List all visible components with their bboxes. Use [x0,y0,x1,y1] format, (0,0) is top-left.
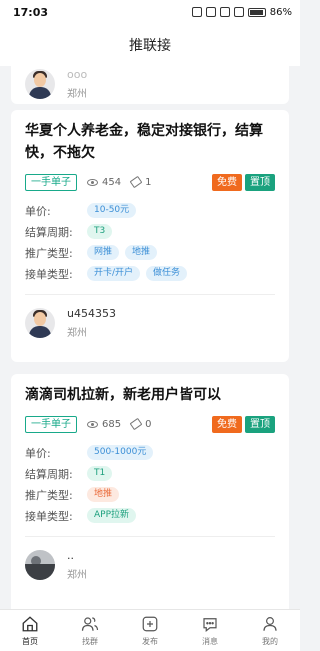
task-card[interactable]: 华夏个人养老金，稳定对接银行，结算 快，不拖欠 一手单子 454 1 免费 置顶… [11,110,289,362]
tab-publish[interactable]: 发布 [120,610,180,651]
promo-row: 推广类型: 地推 [11,484,289,505]
price-row: 单价: 10-50元 [11,200,289,221]
pinned-badge: 置顶 [245,415,275,433]
group-icon [81,617,99,631]
avatar [25,308,55,338]
tags-stat: 1 [129,175,152,189]
task-title[interactable]: 滴滴司机拉新，新老用户皆可以 [11,384,289,406]
eye-icon [87,178,98,186]
task-feed[interactable]: ooo 郑州 华夏个人养老金，稳定对接银行，结算 快，不拖欠 一手单子 454 … [0,66,300,609]
home-icon [22,616,38,632]
task-meta: 一手单子 685 0 免费 置顶 [11,414,289,434]
promo-row: 推广类型: 网推 地推 [11,242,289,263]
tags-count: 0 [145,418,152,430]
promo-label: 推广类型: [25,246,73,260]
cycle-label: 结算周期: [25,225,73,239]
promo-chip: 地推 [87,487,120,502]
cycle-label: 结算周期: [25,467,73,481]
price-label: 单价: [25,204,51,218]
promo-label: 推广类型: [25,488,73,502]
task-card-partial[interactable]: ooo 郑州 [11,66,289,104]
tab-home[interactable]: 首页 [0,610,60,651]
price-chip: 500-1000元 [87,445,154,460]
views-count: 454 [102,176,122,188]
tag-icon [129,417,143,431]
signal-icon [233,7,244,17]
avatar [25,69,55,99]
wifi-icon [219,7,230,17]
user-city: 郑州 [67,89,87,100]
card-user[interactable]: .. 郑州 [11,537,289,581]
source-tag: 一手单子 [25,173,77,191]
user-name: .. [67,549,74,562]
order-row: 接单类型: APP拉新 [11,505,289,526]
source-tag: 一手单子 [25,415,77,433]
task-card[interactable]: 滴滴司机拉新，新老用户皆可以 一手单子 685 0 免费 置顶 单价: 500-… [11,374,289,609]
views-stat: 454 [87,177,121,188]
price-label: 单价: [25,446,51,460]
status-bar: 17:03 86% [0,0,300,24]
cycle-row: 结算周期: T1 [11,463,289,484]
cycle-chip: T1 [87,466,113,481]
status-time: 17:03 [13,5,49,19]
battery-icon [247,7,266,17]
tab-find-group[interactable]: 找群 [60,610,120,651]
tab-label: 我的 [262,637,278,646]
user-name: ooo [67,68,88,81]
cycle-row: 结算周期: T3 [11,221,289,242]
bottom-tab-bar: 首页 找群 发布 消息 我的 [0,609,300,651]
price-chip: 10-50元 [87,203,137,218]
app-header: 推联接 [0,24,300,66]
user-city: 郑州 [67,328,87,339]
views-count: 685 [102,418,122,430]
order-label: 接单类型: [25,509,73,523]
tab-label: 发布 [142,637,158,646]
profile-icon [263,617,277,631]
message-icon [203,618,217,632]
cycle-chip: T3 [87,224,113,239]
tab-profile[interactable]: 我的 [240,610,300,651]
order-label: 接单类型: [25,267,73,281]
notification-icon [191,7,202,17]
task-title-line: 华夏个人养老金，稳定对接银行，结算 [25,123,263,139]
tags-stat: 0 [129,417,152,431]
views-stat: 685 [87,419,121,430]
pinned-badge: 置顶 [245,173,275,191]
promo-chip: 地推 [125,245,158,260]
eye-icon [87,420,98,428]
tag-icon [129,175,143,189]
order-chip: 开卡/开户 [87,266,141,281]
tags-count: 1 [145,176,152,188]
publish-icon [142,616,158,632]
page-title: 推联接 [129,38,171,54]
order-chip: 做任务 [146,266,188,281]
card-user[interactable]: u454353 郑州 [11,295,289,339]
tab-label: 消息 [202,637,218,646]
mail-icon [205,7,216,17]
battery-level: 86% [269,6,292,18]
price-row: 单价: 500-1000元 [11,442,289,463]
free-badge: 免费 [212,415,242,433]
promo-chip: 网推 [87,245,120,260]
status-icons: 86% [191,6,292,18]
task-meta: 一手单子 454 1 免费 置顶 [11,172,289,192]
tab-messages[interactable]: 消息 [180,610,240,651]
order-chip: APP拉新 [87,508,137,523]
order-row: 接单类型: 开卡/开户 做任务 [11,263,289,284]
avatar [25,550,55,580]
task-title-line: 快，不拖欠 [25,145,95,161]
card-user[interactable]: ooo 郑州 [11,66,289,100]
task-title-line: 滴滴司机拉新，新老用户皆可以 [25,387,221,403]
free-badge: 免费 [212,173,242,191]
user-name: u454353 [67,307,116,320]
tab-label: 找群 [82,637,98,646]
tab-label: 首页 [22,637,38,646]
task-title[interactable]: 华夏个人养老金，稳定对接银行，结算 快，不拖欠 [11,120,289,164]
user-city: 郑州 [67,570,87,581]
